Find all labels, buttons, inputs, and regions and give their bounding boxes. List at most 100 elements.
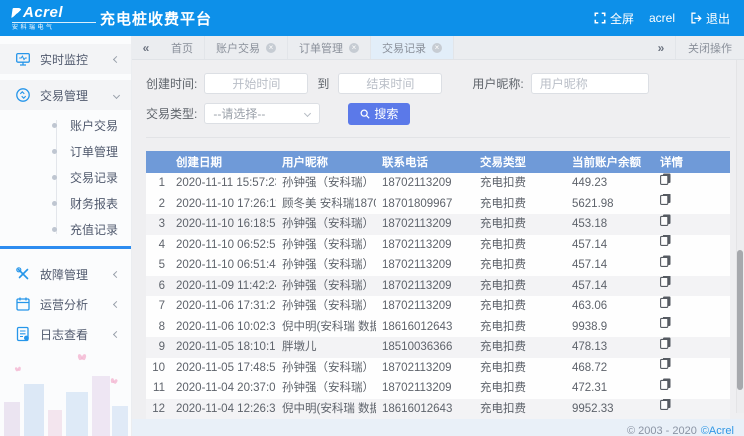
cell-trade-type: 充电扣费 [474, 337, 566, 358]
detail-copy-icon[interactable] [660, 194, 671, 213]
tab-item[interactable]: 交易记录× [371, 36, 454, 59]
trade-type-select[interactable]: --请选择-- [204, 103, 320, 124]
brand-link[interactable]: ©Acrel [701, 425, 734, 436]
detail-copy-icon[interactable] [660, 296, 671, 315]
fullscreen-button[interactable]: 全屏 [594, 10, 634, 27]
cell-phone: 18702113209 [376, 235, 474, 256]
tab-close-icon[interactable]: × [432, 43, 442, 53]
chevron-left-icon [113, 300, 120, 307]
user-menu[interactable]: acrel [649, 11, 675, 25]
sidebar-item-log-view[interactable]: 日志查看 [0, 319, 131, 349]
col-create-date: 创建日期 [170, 151, 276, 173]
main-area: « 首页账户交易×订单管理×交易记录× » 关闭操作 创建时间: 到 用户昵称:… [132, 36, 744, 436]
detail-copy-icon[interactable] [660, 358, 671, 377]
tab-item[interactable]: 首页 [160, 36, 205, 59]
sidebar-item-fault-management[interactable]: 故障管理 [0, 259, 131, 289]
sidebar-item-label: 交易管理 [40, 87, 114, 104]
sidebar-item-trade-records[interactable]: 交易记录 [0, 164, 131, 190]
detail-copy-icon[interactable] [660, 317, 671, 336]
cell-create-date: 2020-11-09 11:42:24 [170, 276, 276, 297]
cell-phone: 18702113209 [376, 358, 474, 379]
cell-balance: 457.14 [566, 276, 654, 297]
sidebar-item-finance-report[interactable]: 财务报表 [0, 190, 131, 216]
collapse-tabs-right-icon[interactable]: » [647, 36, 675, 59]
detail-copy-icon[interactable] [660, 399, 671, 418]
cell-trade-type: 充电扣费 [474, 296, 566, 317]
table-header: 创建日期 用户昵称 联系电话 交易类型 当前账户余额 详情 [146, 151, 730, 173]
row-index: 10 [146, 358, 170, 379]
row-index: 4 [146, 235, 170, 256]
form-divider [146, 137, 730, 138]
detail-copy-icon[interactable] [660, 378, 671, 397]
copy-glyph [660, 276, 671, 288]
cell-balance: 463.06 [566, 296, 654, 317]
cell-nickname: 孙钟强（安科瑞） [276, 255, 376, 276]
scrollbar-thumb[interactable] [737, 250, 743, 390]
cell-nickname: 孙钟强（安科瑞） [276, 276, 376, 297]
row-index: 1 [146, 173, 170, 194]
tab-close-icon[interactable]: × [266, 43, 276, 53]
detail-copy-icon[interactable] [660, 337, 671, 356]
cell-nickname: 孙钟强（安科瑞） [276, 296, 376, 317]
sidebar-item-label: 故障管理 [40, 266, 114, 283]
sidebar-accent-divider [0, 246, 131, 249]
nickname-input[interactable] [531, 73, 649, 94]
tab-bar-right: » 关闭操作 [647, 36, 744, 59]
cell-detail [654, 337, 730, 358]
sidebar-item-trade-management[interactable]: 交易管理 [0, 80, 131, 110]
row-index: 2 [146, 194, 170, 215]
logo-text: Acrel [23, 5, 63, 20]
cell-detail [654, 296, 730, 317]
start-time-input[interactable] [204, 73, 308, 94]
sidebar-item-order-management[interactable]: 订单管理 [0, 138, 131, 164]
col-trade-type: 交易类型 [474, 151, 566, 173]
sidebar: 实时监控 交易管理 账户交易 订单管理 交易记录 [0, 36, 132, 436]
bullet-icon [52, 227, 57, 232]
cell-phone: 18701809967 [376, 194, 474, 215]
tab-item[interactable]: 账户交易× [205, 36, 288, 59]
search-button[interactable]: 搜索 [348, 103, 410, 125]
detail-copy-icon[interactable] [660, 276, 671, 295]
row-index: 11 [146, 378, 170, 399]
nickname-label: 用户昵称: [472, 75, 523, 92]
analysis-calendar-icon [15, 296, 31, 312]
table-row: 72020-11-06 17:31:29孙钟强（安科瑞）18702113209充… [146, 296, 730, 317]
detail-copy-icon[interactable] [660, 235, 671, 254]
tab-item[interactable]: 订单管理× [288, 36, 371, 59]
header-actions: 全屏 acrel 退出 [594, 10, 744, 27]
sidebar-item-recharge-records[interactable]: 充值记录 [0, 216, 131, 242]
logout-button[interactable]: 退出 [690, 10, 730, 27]
logo-subtitle: 安科瑞电气 [12, 22, 96, 31]
cell-trade-type: 充电扣费 [474, 235, 566, 256]
copy-glyph [660, 358, 671, 370]
cell-nickname: 孙钟强（安科瑞） [276, 214, 376, 235]
sidebar-item-realtime-monitor[interactable]: 实时监控 [0, 44, 131, 74]
cell-create-date: 2020-11-10 16:18:58 [170, 214, 276, 235]
detail-copy-icon[interactable] [660, 214, 671, 233]
monitor-icon [15, 51, 31, 67]
submenu-label: 充值记录 [70, 221, 118, 238]
table-row: 62020-11-09 11:42:24孙钟强（安科瑞）18702113209充… [146, 276, 730, 297]
sidebar-item-operation-analysis[interactable]: 运营分析 [0, 289, 131, 319]
close-operations-button[interactable]: 关闭操作 [675, 36, 744, 59]
cell-create-date: 2020-11-04 20:37:02 [170, 378, 276, 399]
copy-glyph [660, 337, 671, 349]
submenu-label: 订单管理 [70, 143, 118, 160]
tab-close-icon[interactable]: × [349, 43, 359, 53]
detail-copy-icon[interactable] [660, 173, 671, 192]
sidebar-item-account-trade[interactable]: 账户交易 [0, 112, 131, 138]
detail-copy-icon[interactable] [660, 255, 671, 274]
cell-balance: 478.13 [566, 337, 654, 358]
table-row: 52020-11-10 06:51:44孙钟强（安科瑞）18702113209充… [146, 255, 730, 276]
scrollbar-track[interactable] [736, 60, 744, 413]
end-time-input[interactable] [338, 73, 442, 94]
col-index [146, 151, 170, 173]
table-row: 82020-11-06 10:02:33倪中明(安科瑞 数据部)18186160… [146, 317, 730, 338]
cell-create-date: 2020-11-10 17:26:11 [170, 194, 276, 215]
copy-glyph [660, 194, 671, 206]
sidebar-item-label: 运营分析 [40, 296, 114, 313]
collapse-tabs-left-icon[interactable]: « [132, 36, 160, 59]
chevron-left-icon [113, 270, 120, 277]
table-row: 92020-11-05 18:10:13胖墩儿18510036366充电扣费47… [146, 337, 730, 358]
cell-nickname: 孙钟强（安科瑞） [276, 235, 376, 256]
